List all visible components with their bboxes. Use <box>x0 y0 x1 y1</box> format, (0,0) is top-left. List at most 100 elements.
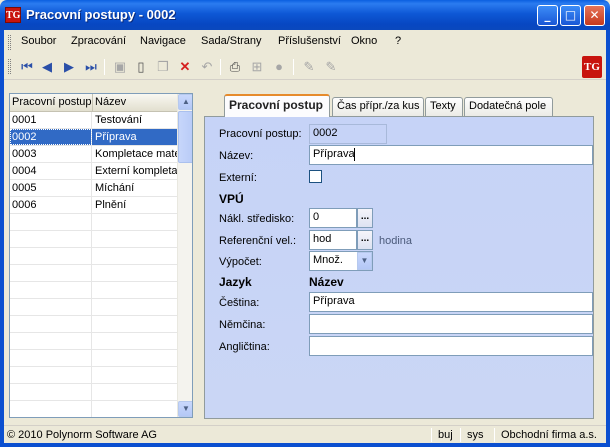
toolbar-separator <box>293 59 294 75</box>
menu-okno[interactable]: Okno <box>351 35 377 47</box>
cell-code <box>10 248 92 264</box>
table-row[interactable]: 0003 Kompletace mate <box>10 146 177 163</box>
table-row[interactable] <box>10 350 177 367</box>
cell-name <box>93 401 177 417</box>
menu-help[interactable]: ? <box>395 35 401 47</box>
table-row[interactable] <box>10 231 177 248</box>
status-separator <box>494 428 495 442</box>
column-divider[interactable] <box>92 94 93 111</box>
czech-name-input[interactable]: Příprava <box>309 292 593 312</box>
toolbar-grip[interactable] <box>8 59 11 74</box>
tree-icon[interactable]: ⊞ <box>247 57 267 77</box>
cell-code <box>10 231 92 247</box>
menu-sada-strany[interactable]: Sada/Strany <box>201 35 262 47</box>
cell-name <box>93 265 177 281</box>
toolbar: ⏮ ◀ ▶ ⏭ ▣ ▯ ❐ ✕ ↶ ⎙ ⊞ ● ✎ ✎ <box>4 54 606 80</box>
menu-bar: Soubor Zpracování Navigace Sada/Strany P… <box>4 31 606 53</box>
table-row[interactable] <box>10 299 177 316</box>
list-scrollbar[interactable]: ▲ ▼ <box>177 94 192 417</box>
toolbar-separator <box>220 59 221 75</box>
external-label: Externí: <box>219 172 257 184</box>
language-heading: Jazyk <box>219 275 252 289</box>
cell-name <box>93 316 177 332</box>
print-icon[interactable]: ⎙ <box>225 57 245 77</box>
german-name-input[interactable] <box>309 314 593 334</box>
tab-texty[interactable]: Texty <box>425 97 463 116</box>
table-row[interactable] <box>10 333 177 350</box>
table-row[interactable]: 0001 Testování <box>10 112 177 129</box>
ref-qty-lookup-button[interactable]: ... <box>357 230 373 250</box>
scroll-down-icon[interactable]: ▼ <box>178 401 192 417</box>
column-header-code[interactable]: Pracovní postup <box>12 96 92 108</box>
app-logo-icon: TG <box>582 56 602 78</box>
name-label: Název: <box>219 150 254 162</box>
tab-strip: Pracovní postup Čas přípr./za kus Texty … <box>204 94 594 117</box>
column-header-name[interactable]: Název <box>95 96 126 108</box>
cell-name: Míchání <box>95 182 135 194</box>
table-row[interactable] <box>10 214 177 231</box>
table-row[interactable] <box>10 401 177 417</box>
scroll-thumb[interactable] <box>178 111 192 163</box>
status-separator <box>431 428 432 442</box>
status-bar: © 2010 Polynorm Software AG buj sys Obch… <box>4 425 606 443</box>
table-row[interactable]: 0004 Externí kompletac <box>10 163 177 180</box>
menu-prislusenstvi[interactable]: Příslušenství <box>278 35 341 47</box>
chevron-down-icon[interactable]: ▼ <box>357 252 372 270</box>
scroll-up-icon[interactable]: ▲ <box>178 94 192 110</box>
list-header: Pracovní postup Název <box>10 94 177 112</box>
new-record-icon[interactable]: ▯ <box>131 57 151 77</box>
status-company: Obchodní firma a.s. <box>501 429 597 441</box>
close-button[interactable]: ✕ <box>584 5 605 26</box>
stop-icon[interactable]: ● <box>269 57 289 77</box>
minimize-button[interactable]: _ <box>537 5 558 26</box>
next-record-icon[interactable]: ▶ <box>59 57 79 77</box>
table-row[interactable] <box>10 265 177 282</box>
external-checkbox[interactable] <box>309 170 322 183</box>
save-icon[interactable]: ▣ <box>110 57 130 77</box>
maximize-button[interactable]: □ <box>560 5 581 26</box>
table-row[interactable]: 0005 Míchání <box>10 180 177 197</box>
tab-cas-pripravy[interactable]: Čas přípr./za kus <box>332 97 424 116</box>
tab-dodatecna-pole[interactable]: Dodatečná pole <box>464 97 553 116</box>
previous-record-icon[interactable]: ◀ <box>37 57 57 77</box>
table-row[interactable] <box>10 384 177 401</box>
cell-code <box>10 316 92 332</box>
cost-center-label: Nákl. středisko: <box>219 213 295 225</box>
table-row[interactable]: 0006 Plnění <box>10 197 177 214</box>
edit-icon[interactable]: ✎ <box>299 57 319 77</box>
name-input[interactable]: Příprava <box>309 145 593 165</box>
delete-icon[interactable]: ✕ <box>175 57 195 77</box>
cell-name <box>93 367 177 383</box>
panel-splitter[interactable] <box>197 85 201 422</box>
cell-code: 0005 <box>10 180 92 196</box>
menu-grip[interactable] <box>8 35 11 50</box>
cell-code <box>10 367 92 383</box>
record-list[interactable]: Pracovní postup Název 0001 Testování 0002 P… <box>9 93 193 418</box>
language-name-heading: Název <box>309 275 344 289</box>
menu-zpracovani[interactable]: Zpracování <box>71 35 126 47</box>
table-row[interactable] <box>10 282 177 299</box>
table-row[interactable]: 0002 Příprava <box>10 129 177 146</box>
cell-code: 0004 <box>10 163 92 179</box>
copy-icon[interactable]: ❐ <box>153 57 173 77</box>
ref-qty-input[interactable]: hod <box>309 230 357 250</box>
tab-pracovni-postup[interactable]: Pracovní postup <box>224 94 330 117</box>
table-row[interactable] <box>10 248 177 265</box>
edit-disabled-icon[interactable]: ✎ <box>321 57 341 77</box>
menu-navigace[interactable]: Navigace <box>140 35 186 47</box>
cell-name <box>93 214 177 230</box>
calc-select-value: Množ. <box>313 254 343 266</box>
german-label: Němčina: <box>219 319 266 331</box>
menu-soubor[interactable]: Soubor <box>21 35 56 47</box>
last-record-icon[interactable]: ⏭ <box>81 57 101 77</box>
cell-code <box>10 265 92 281</box>
undo-icon[interactable]: ↶ <box>197 57 217 77</box>
table-row[interactable] <box>10 367 177 384</box>
cost-center-input[interactable]: 0 <box>309 208 357 228</box>
cell-name: Příprava <box>95 131 137 143</box>
table-row[interactable] <box>10 316 177 333</box>
first-record-icon[interactable]: ⏮ <box>17 57 37 77</box>
english-name-input[interactable] <box>309 336 593 356</box>
cell-code <box>10 299 92 315</box>
cost-center-lookup-button[interactable]: ... <box>357 208 373 228</box>
